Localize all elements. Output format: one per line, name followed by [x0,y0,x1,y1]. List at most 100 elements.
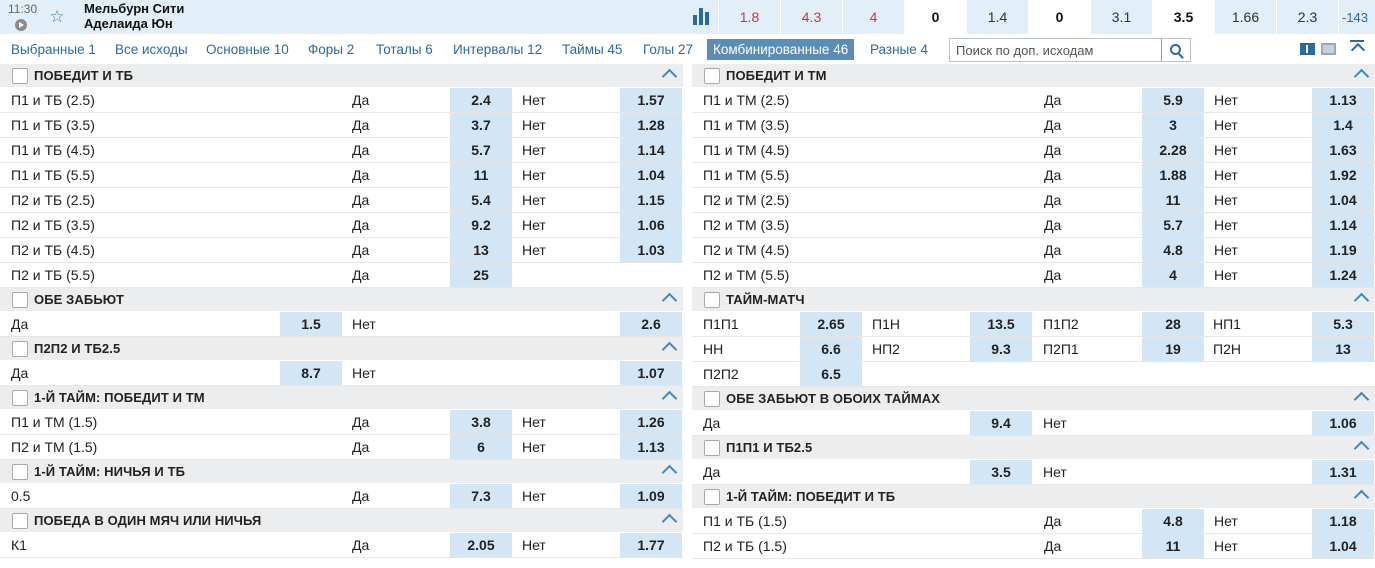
header-odd[interactable]: 0 [1028,0,1090,34]
odd-button[interactable]: 2.4 [450,88,512,112]
market-checkbox[interactable] [12,340,28,357]
odd-button[interactable]: 2.05 [450,533,512,557]
odd-button[interactable]: 13 [1312,337,1374,361]
market-checkbox[interactable] [704,439,720,456]
odd-button[interactable]: 5.7 [1142,213,1204,237]
header-odd[interactable]: 2.3 [1276,0,1338,34]
odd-button[interactable]: 1.63 [1312,138,1374,162]
odd-button[interactable]: 9.4 [970,411,1032,435]
odd-button[interactable]: 4 [1142,263,1204,287]
chevron-up-icon[interactable] [1353,391,1370,408]
odd-button[interactable]: 2.65 [800,312,862,336]
tab-item[interactable]: Тоталы 6 [376,39,433,60]
odd-button[interactable]: 1.04 [1312,188,1374,212]
odd-button[interactable]: 1.06 [620,213,682,237]
odd-button[interactable]: 7.3 [450,484,512,508]
odd-button[interactable]: 1.14 [620,138,682,162]
odd-button[interactable]: 11 [1142,534,1204,558]
odd-button[interactable]: 28 [1142,312,1204,336]
chevron-up-icon[interactable] [1353,68,1370,85]
odd-button[interactable]: 2.28 [1142,138,1204,162]
tab-item[interactable]: Таймы 45 [562,39,622,60]
tab-item[interactable]: Интервалы 12 [453,39,542,60]
two-column-view-icon[interactable] [1300,43,1315,55]
odd-button[interactable]: 5.9 [1142,88,1204,112]
play-icon[interactable] [15,19,27,31]
tab-item[interactable]: Комбинированные 46 [707,39,855,60]
market-checkbox[interactable] [704,488,720,505]
odd-button[interactable]: 9.2 [450,213,512,237]
odd-button[interactable]: 5.4 [450,188,512,212]
odd-button[interactable]: 6.6 [800,337,862,361]
chevron-up-icon[interactable] [1353,440,1370,457]
odd-button[interactable]: 8.7 [280,361,342,385]
odd-button[interactable]: 1.04 [620,163,682,187]
statistics-icon[interactable] [684,0,718,34]
market-checkbox[interactable] [12,67,28,84]
odd-button[interactable]: 1.24 [1312,263,1374,287]
header-odd[interactable]: 0 [904,0,966,34]
header-odd[interactable]: 1.66 [1214,0,1276,34]
odd-button[interactable]: 1.5 [280,312,342,336]
odd-button[interactable]: 6.5 [800,362,862,386]
odd-button[interactable]: 1.77 [620,533,682,557]
market-checkbox[interactable] [12,463,28,480]
odd-button[interactable]: 1.88 [1142,163,1204,187]
odd-button[interactable]: 25 [450,263,512,287]
more-markets-count[interactable]: -143 [1338,0,1371,34]
header-odd[interactable]: 4 [842,0,904,34]
tab-item[interactable]: Форы 2 [308,39,354,60]
header-odd[interactable]: 3.5 [1152,0,1214,34]
search-input[interactable] [950,39,1160,61]
odd-button[interactable]: 5.3 [1312,312,1374,336]
odd-button[interactable]: 1.09 [620,484,682,508]
odd-button[interactable]: 1.14 [1312,213,1374,237]
chevron-up-icon[interactable] [1353,292,1370,309]
tab-item[interactable]: Голы 27 [643,39,693,60]
odd-button[interactable]: 11 [450,163,512,187]
search-button[interactable] [1161,39,1190,61]
chevron-up-icon[interactable] [661,464,678,481]
collapse-all-icon[interactable] [1349,39,1365,57]
odd-button[interactable]: 1.19 [1312,238,1374,262]
odd-button[interactable]: 3.7 [450,113,512,137]
odd-button[interactable]: 1.57 [620,88,682,112]
tab-item[interactable]: Разные 4 [870,39,928,60]
header-odd[interactable]: 1.4 [966,0,1028,34]
odd-button[interactable]: 13 [450,238,512,262]
odd-button[interactable]: 1.31 [1312,460,1374,484]
market-checkbox[interactable] [12,291,28,308]
favorite-star-icon[interactable]: ☆ [42,0,72,34]
odd-button[interactable]: 1.28 [620,113,682,137]
market-checkbox[interactable] [12,512,28,529]
odd-button[interactable]: 13.5 [970,312,1032,336]
tab-item[interactable]: Все исходы [115,39,188,60]
odd-button[interactable]: 4.8 [1142,509,1204,533]
odd-button[interactable]: 3.8 [450,410,512,434]
odd-button[interactable]: 1.4 [1312,113,1374,137]
chevron-up-icon[interactable] [661,390,678,407]
odd-button[interactable]: 1.26 [620,410,682,434]
odd-button[interactable]: 3 [1142,113,1204,137]
odd-button[interactable]: 5.7 [450,138,512,162]
odd-button[interactable]: 1.06 [1312,411,1374,435]
header-odd[interactable]: 3.1 [1090,0,1152,34]
one-column-view-icon[interactable] [1321,43,1336,55]
header-odd[interactable]: 1.8 [718,0,780,34]
odd-button[interactable]: 1.92 [1312,163,1374,187]
odd-button[interactable]: 6 [450,435,512,459]
chevron-up-icon[interactable] [1353,489,1370,506]
odd-button[interactable]: 9.3 [970,337,1032,361]
odd-button[interactable]: 1.07 [620,361,682,385]
odd-button[interactable]: 19 [1142,337,1204,361]
market-checkbox[interactable] [12,389,28,406]
odd-button[interactable]: 1.03 [620,238,682,262]
odd-button[interactable]: 1.13 [620,435,682,459]
market-checkbox[interactable] [704,67,720,84]
chevron-up-icon[interactable] [661,513,678,530]
odd-button[interactable]: 1.18 [1312,509,1374,533]
tab-item[interactable]: Основные 10 [206,39,289,60]
market-checkbox[interactable] [704,390,720,407]
odd-button[interactable]: 1.13 [1312,88,1374,112]
odd-button[interactable]: 3.5 [970,460,1032,484]
